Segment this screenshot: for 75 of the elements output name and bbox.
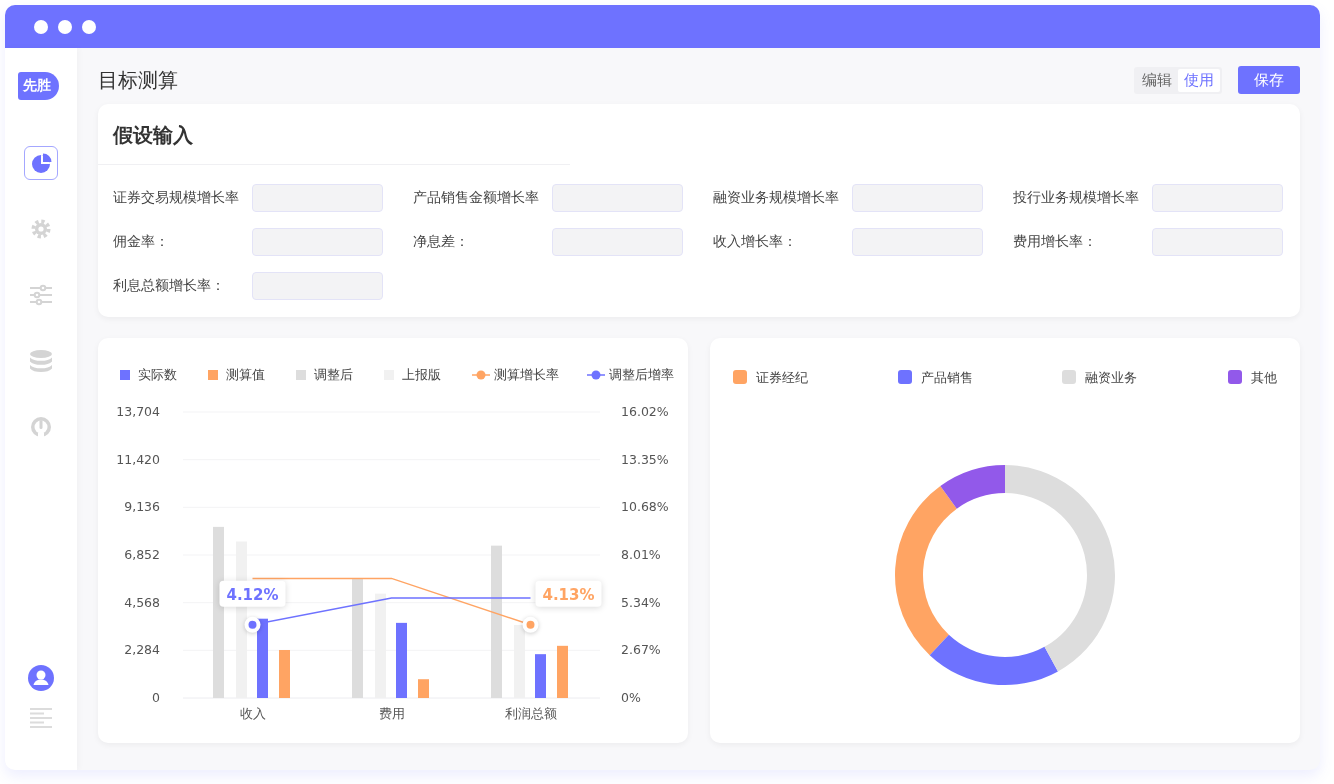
input-field[interactable] xyxy=(252,184,383,212)
field-label: 佣金率： xyxy=(113,233,170,251)
input-field[interactable] xyxy=(852,228,983,256)
axis-label: 收入 xyxy=(239,706,266,721)
input-field[interactable] xyxy=(1152,184,1283,212)
field-label: 收入增长率： xyxy=(713,233,798,251)
input-field[interactable] xyxy=(1152,228,1283,256)
data-point xyxy=(244,616,261,633)
bar xyxy=(557,645,568,698)
axis-label: 11,420 xyxy=(116,451,160,467)
menu-icon[interactable] xyxy=(30,708,52,728)
bar xyxy=(279,650,290,698)
bar xyxy=(535,654,546,698)
field-label: 证券交易规模增长率 xyxy=(113,189,240,207)
input-field[interactable] xyxy=(252,228,383,256)
legend-label[interactable]: 其他 xyxy=(1251,370,1277,385)
bar xyxy=(418,679,429,698)
user-avatar-icon[interactable] xyxy=(28,665,54,691)
legend-label[interactable]: 融资业务 xyxy=(1085,370,1137,385)
field-label: 费用增长率： xyxy=(1013,233,1098,251)
input-field[interactable] xyxy=(552,184,683,212)
legend-line-icon xyxy=(471,370,491,380)
axis-label: 5.34% xyxy=(621,594,661,610)
legend-label[interactable]: 调整后增率 xyxy=(609,367,674,382)
axis-label: 8.01% xyxy=(621,547,661,562)
legend-line-icon xyxy=(586,370,606,380)
legend-label[interactable]: 调整后 xyxy=(314,367,353,382)
field-label: 产品销售金额增长率 xyxy=(413,189,540,207)
window-control-icon[interactable] xyxy=(58,19,72,34)
legend-label[interactable]: 证券经纪 xyxy=(756,370,808,385)
field-label: 利息总额增长率： xyxy=(113,277,226,295)
legend-label[interactable]: 产品销售 xyxy=(921,370,973,385)
database-icon xyxy=(29,349,53,373)
axis-label: 16.02% xyxy=(621,404,669,419)
field-label: 融资业务规模增长率 xyxy=(713,189,840,207)
axis-label: 10.68% xyxy=(621,499,669,515)
axis-label: 费用 xyxy=(378,706,405,721)
save-button[interactable]: 保存 xyxy=(1238,66,1300,94)
mode-tab[interactable]: 编辑 xyxy=(1136,68,1178,92)
mode-tab[interactable]: 使用 xyxy=(1178,68,1220,92)
axis-label: 0 xyxy=(152,690,160,705)
input-field[interactable] xyxy=(852,184,983,212)
nav-item[interactable] xyxy=(24,146,58,180)
axis-label: 13,704 xyxy=(116,404,160,419)
input-field[interactable] xyxy=(552,228,683,256)
field-label: 投行业务规模增长率 xyxy=(1013,189,1140,207)
axis-label: 2,284 xyxy=(124,642,160,658)
axis-label: 2.67% xyxy=(621,642,661,658)
card-title: 假设输入 xyxy=(98,104,570,165)
page-title: 目标测算 xyxy=(98,66,179,94)
annotation: 4.13% xyxy=(542,585,595,604)
settings-icon xyxy=(29,217,53,241)
pie-chart-icon xyxy=(29,151,53,175)
legend-swatch xyxy=(208,370,218,380)
axis-label: 9,136 xyxy=(124,499,160,515)
field-label: 净息差： xyxy=(413,233,470,251)
legend-label[interactable]: 上报版 xyxy=(402,367,441,382)
legend-label[interactable]: 实际数 xyxy=(138,367,177,382)
legend-label[interactable]: 测算增长率 xyxy=(494,367,559,382)
annotation: 4.12% xyxy=(226,585,279,604)
legend-label[interactable]: 测算值 xyxy=(226,367,265,382)
gauge-icon xyxy=(29,415,53,439)
window-control-icon[interactable] xyxy=(82,19,96,34)
legend-swatch xyxy=(296,370,306,380)
input-field[interactable] xyxy=(252,272,383,300)
window-control-icon[interactable] xyxy=(34,19,48,34)
axis-label: 6,852 xyxy=(124,547,160,562)
sliders-icon xyxy=(29,283,53,307)
axis-label: 13.35% xyxy=(621,451,669,467)
data-label: 4.12% xyxy=(219,580,286,607)
axis-label: 利润总额 xyxy=(504,706,557,721)
axis-label: 0% xyxy=(621,690,641,705)
axis-label: 4,568 xyxy=(124,594,160,610)
legend-swatch xyxy=(120,370,130,380)
logo: 先胜 xyxy=(17,72,59,100)
